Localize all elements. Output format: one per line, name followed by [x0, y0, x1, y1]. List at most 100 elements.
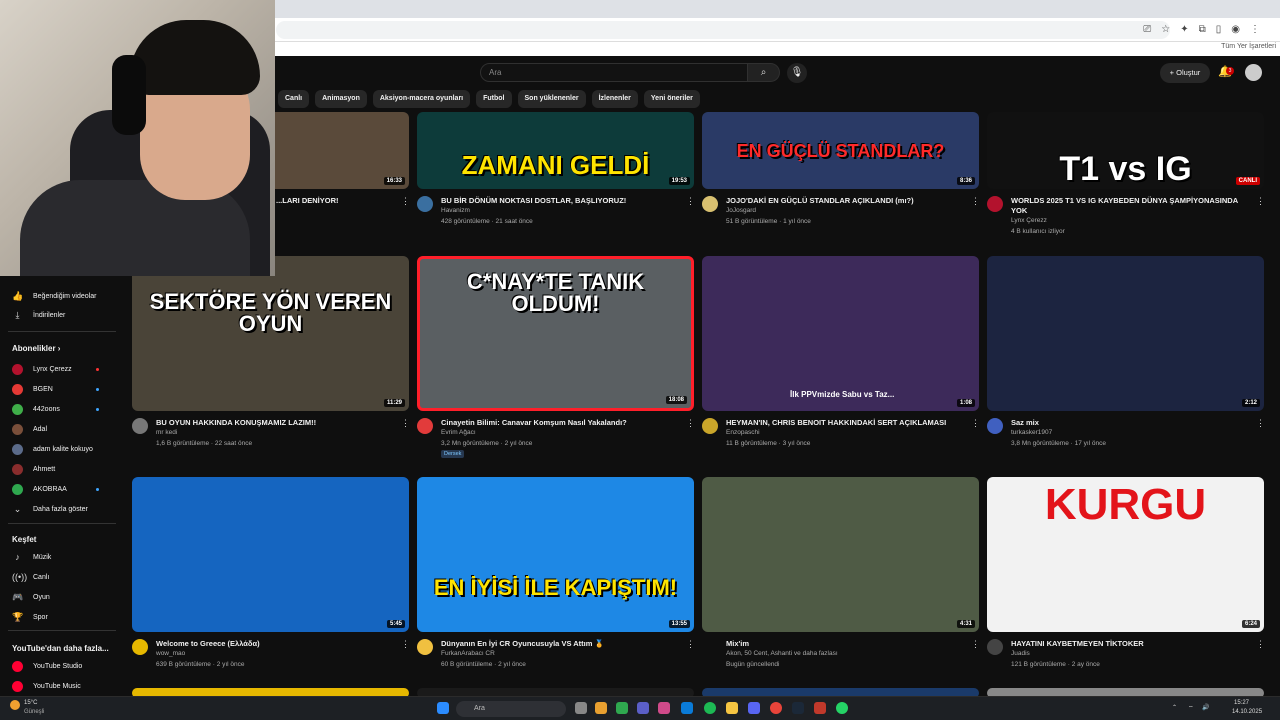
more-options-icon[interactable]: ⋮: [1256, 418, 1265, 429]
mic-icon[interactable]: 🎙: [787, 63, 807, 83]
video-thumbnail[interactable]: EN GÜÇLÜ STANDLAR? 8:36: [702, 112, 979, 189]
bookmark-star-icon[interactable]: ☆: [1161, 21, 1170, 39]
channel-avatar[interactable]: [417, 196, 433, 212]
clock-time[interactable]: 15:27: [1234, 700, 1249, 706]
video-title[interactable]: HEYMAN'IN, CHRIS BENOIT HAKKINDAKİ SERT …: [726, 418, 967, 427]
weather-icon[interactable]: [10, 700, 20, 710]
channel-avatar[interactable]: [987, 639, 1003, 655]
video-thumbnail[interactable]: C*NAY*TE TANIK OLDUM! 18:08: [417, 256, 694, 411]
channel-name[interactable]: Juadis: [1011, 650, 1030, 657]
sidebar-item-downloads[interactable]: ⤓ İndirilenler: [12, 308, 66, 322]
video-thumbnail[interactable]: SEKTÖRE YÖN VEREN OYUN 11:29: [132, 256, 409, 411]
all-bookmarks-folder[interactable]: Tüm Yer İşaretleri: [1221, 43, 1276, 50]
store-icon[interactable]: [681, 702, 693, 714]
widgets-icon[interactable]: [595, 702, 607, 714]
sidebar-subscription[interactable]: AKOBRAA: [12, 482, 67, 496]
channel-name[interactable]: JoJosgard: [726, 207, 756, 214]
sidebar-item-sports[interactable]: 🏆 Spor: [12, 610, 48, 624]
more-options-icon[interactable]: ⋮: [971, 196, 980, 207]
video-title[interactable]: WORLDS 2025 T1 VS IG KAYBEDEN DÜNYA ŞAMP…: [1011, 196, 1252, 216]
chip-filter[interactable]: Futbol: [476, 90, 512, 108]
more-options-icon[interactable]: ⋮: [401, 639, 410, 650]
teams-icon[interactable]: [637, 702, 649, 714]
chrome-icon[interactable]: [770, 702, 782, 714]
sidebar-item-youtube-studio[interactable]: YouTube Studio: [12, 659, 82, 673]
chip-filter[interactable]: Aksiyon-macera oyunları: [372, 90, 471, 108]
spotify-icon[interactable]: [704, 702, 716, 714]
channel-name[interactable]: wow_mao: [156, 650, 185, 657]
app-icon-2[interactable]: [814, 702, 826, 714]
video-title[interactable]: Dünyanın En İyi CR Oyuncusuyla VS Attım …: [441, 639, 682, 648]
video-title[interactable]: Welcome to Greece (Ελλάδα): [156, 639, 397, 648]
more-options-icon[interactable]: ⋮: [1256, 196, 1265, 207]
video-title[interactable]: JOJO'DAKİ EN GÜÇLÜ STANDLAR AÇIKLANDI (m…: [726, 196, 967, 205]
more-options-icon[interactable]: ⋮: [686, 196, 695, 207]
channel-avatar[interactable]: [702, 418, 718, 434]
clock-date[interactable]: 14.10.2025: [1232, 709, 1262, 715]
profile-icon[interactable]: ◉: [1231, 21, 1240, 39]
volume-icon[interactable]: 🔊: [1202, 704, 1209, 711]
channel-avatar[interactable]: [132, 418, 148, 434]
channel-avatar[interactable]: [132, 639, 148, 655]
video-title[interactable]: BU OYUN HAKKINDA KONUŞMAMIZ LAZIM!!: [156, 418, 397, 427]
sidebar-item-live[interactable]: ((•)) Canlı: [12, 570, 49, 584]
cast-icon[interactable]: ⎚: [1143, 21, 1151, 39]
chip-filter[interactable]: Yeni öneriler: [643, 90, 700, 108]
channel-name[interactable]: Lynx Çerezz: [1011, 217, 1047, 224]
sidebar-show-more[interactable]: ⌄ Daha fazla göster: [12, 502, 88, 516]
task-view-icon[interactable]: [575, 702, 587, 714]
sidebar-subscription[interactable]: Ahmett: [12, 462, 55, 476]
video-thumbnail[interactable]: ZAMANI GELDİ 19:53: [417, 112, 694, 189]
channel-name[interactable]: turkasker1907: [1011, 429, 1052, 436]
sidebar-item-gaming[interactable]: 🎮 Oyun: [12, 590, 50, 604]
account-avatar[interactable]: [1245, 64, 1262, 81]
channel-avatar[interactable]: [987, 418, 1003, 434]
video-title[interactable]: Saz mix: [1011, 418, 1252, 427]
app-icon[interactable]: [658, 702, 670, 714]
channel-avatar[interactable]: [987, 196, 1003, 212]
browser-menu-icon[interactable]: ⋮: [1250, 21, 1260, 39]
channel-name[interactable]: FurkanArabacı CR: [441, 650, 495, 657]
video-title[interactable]: HAYATINI KAYBETMEYEN TİKTOKER: [1011, 639, 1252, 648]
video-thumbnail[interactable]: T1 vs IG CANLI: [987, 112, 1264, 189]
subscriptions-heading[interactable]: Abonelikler ›: [12, 344, 60, 353]
video-thumbnail[interactable]: 4:31: [702, 477, 979, 632]
more-options-icon[interactable]: ⋮: [686, 639, 695, 650]
channel-name[interactable]: mr kedi: [156, 429, 177, 436]
more-options-icon[interactable]: ⋮: [1256, 639, 1265, 650]
video-title[interactable]: Cinayetin Bilimi: Canavar Komşum Nasıl Y…: [441, 418, 682, 427]
video-thumbnail[interactable]: İlk PPVmizde Sabu vs Taz... 1:08: [702, 256, 979, 411]
sidebar-item-youtube-music[interactable]: YouTube Music: [12, 679, 81, 693]
taskbar-search[interactable]: Ara: [456, 701, 566, 717]
video-thumbnail[interactable]: EN İYİSİ İLE KAPIŞTIM! 13:55: [417, 477, 694, 632]
chip-filter[interactable]: İzlenenler: [591, 90, 638, 108]
extension-icon[interactable]: ✦: [1180, 21, 1188, 39]
more-options-icon[interactable]: ⋮: [971, 418, 980, 429]
more-options-icon[interactable]: ⋮: [971, 639, 980, 650]
more-options-icon[interactable]: ⋮: [686, 418, 695, 429]
start-icon[interactable]: [437, 702, 449, 714]
video-thumbnail[interactable]: KURGU 6:24: [987, 477, 1264, 632]
sidebar-item-music[interactable]: ♪ Müzik: [12, 550, 51, 564]
more-options-icon[interactable]: ⋮: [401, 196, 410, 207]
chip-filter[interactable]: Son yüklenenler: [517, 90, 586, 108]
discord-icon[interactable]: [748, 702, 760, 714]
whatsapp-icon[interactable]: [836, 702, 848, 714]
channel-avatar[interactable]: [417, 639, 433, 655]
file-explorer-icon[interactable]: [726, 702, 738, 714]
sidebar-subscription[interactable]: adam kalite kokuyo: [12, 442, 93, 456]
search-icon[interactable]: ⌕: [748, 63, 780, 82]
tray-chevron-icon[interactable]: ⌃: [1172, 704, 1177, 711]
sidebar-icon[interactable]: ▯: [1216, 21, 1222, 39]
sidebar-subscription[interactable]: Lynx Çerezz: [12, 362, 72, 376]
sidebar-subscription[interactable]: 442oons: [12, 402, 60, 416]
sidebar-item-liked[interactable]: 👍 Beğendiğim videolar: [12, 289, 96, 303]
channel-avatar[interactable]: [417, 418, 433, 434]
channel-avatar[interactable]: [702, 196, 718, 212]
chip-filter[interactable]: Animasyon: [315, 90, 367, 108]
video-title[interactable]: Mix'im: [726, 639, 967, 648]
address-bar[interactable]: [276, 21, 1170, 39]
search-input[interactable]: Ara: [480, 63, 748, 82]
create-button[interactable]: + Oluştur: [1160, 63, 1210, 83]
video-thumbnail[interactable]: 5:45: [132, 477, 409, 632]
